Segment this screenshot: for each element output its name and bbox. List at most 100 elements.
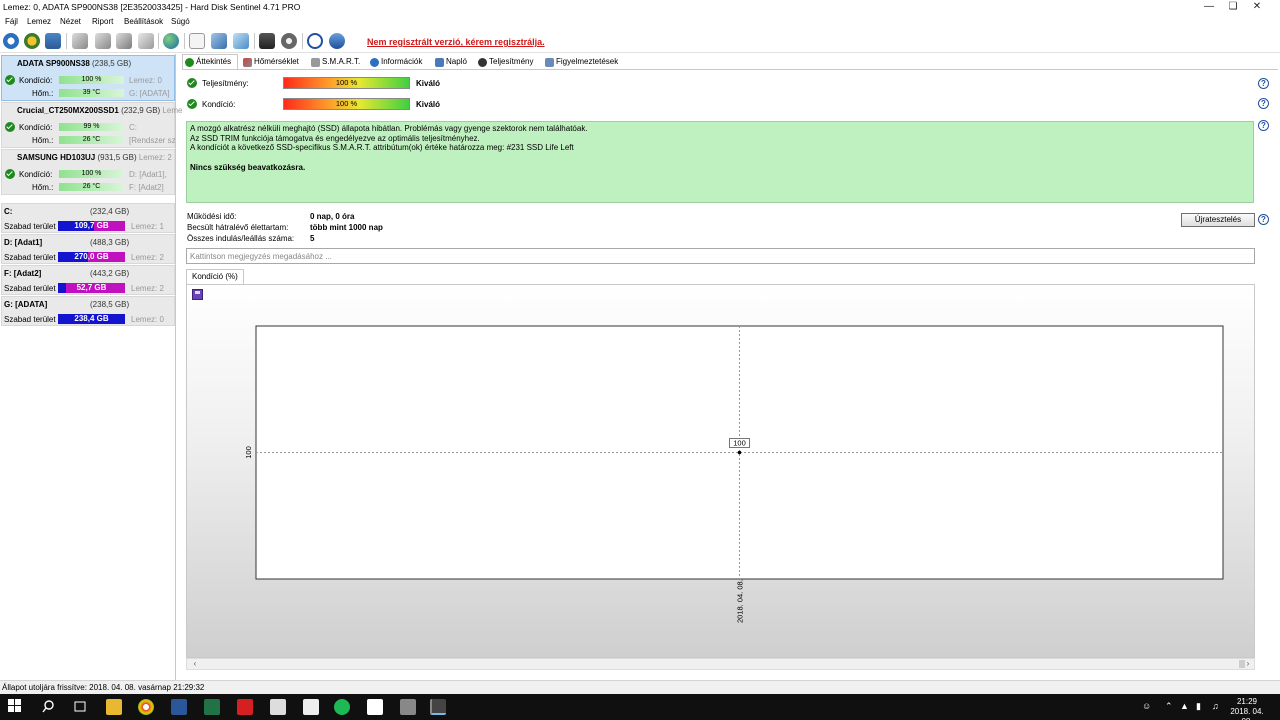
hdsentinel-taskbar-button[interactable] <box>400 699 416 715</box>
word-button[interactable] <box>171 699 187 715</box>
ok-check-icon <box>5 122 15 132</box>
test-button-4[interactable] <box>137 32 155 50</box>
start-button[interactable] <box>8 699 24 715</box>
calculator-button[interactable] <box>270 699 286 715</box>
chrome-button[interactable] <box>138 699 154 715</box>
help-icon[interactable]: ? <box>1258 120 1269 131</box>
settings-button[interactable] <box>280 32 298 50</box>
partition-disk: Lemez: 0 <box>131 315 164 324</box>
test-button-1[interactable] <box>71 32 89 50</box>
toolbar-separator <box>66 33 67 49</box>
gear-icon <box>281 33 297 49</box>
refresh-button[interactable] <box>2 32 20 50</box>
test-button-3[interactable] <box>115 32 133 50</box>
partition-size: (443,2 GB) <box>90 269 130 278</box>
report-button[interactable] <box>44 32 62 50</box>
tab-condition-chart[interactable]: Kondíció (%) <box>186 269 244 284</box>
performance-label: Teljesítmény: <box>202 79 249 88</box>
tab-information[interactable]: Információk <box>368 55 422 68</box>
network-icon[interactable]: ▲ <box>1180 701 1189 711</box>
partition-item[interactable]: D: [Adat1] (488,3 GB) Szabad terület 270… <box>1 234 175 264</box>
test-button-2[interactable] <box>94 32 112 50</box>
tab-log[interactable]: Napló <box>433 55 467 68</box>
startups-label: Összes indulás/leállás száma: <box>187 234 295 243</box>
horizontal-scrollbar[interactable]: ‹ › <box>186 658 1255 670</box>
tab-label: Napló <box>446 57 467 66</box>
note-input[interactable]: Kattintson megjegyzés megadásához ... <box>186 248 1255 264</box>
help-button[interactable] <box>306 32 324 50</box>
help-icon[interactable]: ? <box>1258 214 1269 225</box>
satellite-icon <box>72 33 88 49</box>
help-icon[interactable]: ? <box>1258 98 1269 109</box>
tab-overview[interactable]: Áttekintés <box>182 54 238 69</box>
chart-svg: 100 2018. 04. 08. 100 <box>244 325 1224 623</box>
menu-settings[interactable]: Beállítások <box>124 17 163 26</box>
free-space-bar: 52,7 GB <box>58 283 125 293</box>
ok-check-icon <box>5 169 15 179</box>
alert-document-icon <box>545 58 554 67</box>
acrobat-button[interactable] <box>237 699 253 715</box>
battery-icon[interactable]: ▮ <box>1196 701 1201 712</box>
tab-smart[interactable]: S.M.A.R.T. <box>309 55 360 68</box>
disk-size: (931,5 GB) <box>97 153 137 162</box>
message-line: A mozgó alkatrész nélküli meghajtó (SSD)… <box>190 124 588 133</box>
people-icon[interactable]: ☺ <box>1142 701 1151 711</box>
menu-file[interactable]: Fájl <box>5 17 18 26</box>
condition-bar: 100 % <box>283 98 410 110</box>
backup-button[interactable] <box>210 32 228 50</box>
search-button[interactable] <box>41 699 57 715</box>
about-button[interactable] <box>328 32 346 50</box>
task-view-icon <box>74 701 86 712</box>
menu-help[interactable]: Súgó <box>171 17 190 26</box>
volume-icon[interactable]: ♫ <box>1212 701 1219 711</box>
backup-icon <box>211 33 227 49</box>
disk-item[interactable]: ADATA SP900NS38 (238,5 GB) Kondíció: 100… <box>1 55 175 101</box>
partition-item[interactable]: C: (232,4 GB) Szabad terület 109,7 GB Le… <box>1 203 175 233</box>
document-button[interactable] <box>188 32 206 50</box>
disk-info-button[interactable] <box>23 32 41 50</box>
mail-button[interactable] <box>303 699 319 715</box>
refresh-icon <box>3 33 19 49</box>
taskbar-clock[interactable]: 21:29 2018. 04. 08. <box>1228 697 1266 720</box>
tray-expand-icon[interactable]: ⌃ <box>1165 701 1173 712</box>
task-view-button[interactable] <box>72 699 88 715</box>
temperature-label: Hőm.: <box>32 136 54 145</box>
disk-item[interactable]: Crucial_CT250MX200SSD1 (232,9 GB) Lemez … <box>1 102 186 148</box>
web-button[interactable] <box>162 32 180 50</box>
partition-item[interactable]: F: [Adat2] (443,2 GB) Szabad terület 52,… <box>1 265 175 295</box>
temperature-bar: 39 °C <box>59 89 124 97</box>
disk-list-panel: ADATA SP900NS38 (238,5 GB) Kondíció: 100… <box>0 54 186 680</box>
cloud-button[interactable] <box>232 32 250 50</box>
spotify-button[interactable] <box>334 699 350 715</box>
disk-info-icon <box>24 33 40 49</box>
title-bar: Lemez: 0, ADATA SP900NS38 [2E3520033425]… <box>0 0 1280 15</box>
startups-value: 5 <box>310 234 315 243</box>
menu-report[interactable]: Riport <box>92 17 113 26</box>
disk-item[interactable]: SAMSUNG HD103UJ (931,5 GB) Lemez: 2 Kond… <box>1 149 175 195</box>
close-button[interactable]: ✕ <box>1234 0 1280 15</box>
monitor-button[interactable] <box>258 32 276 50</box>
scroll-right-arrow[interactable]: › <box>1242 659 1254 669</box>
retest-button[interactable]: Újratesztelés <box>1181 213 1255 227</box>
disk-name-line: ADATA SP900NS38 (238,5 GB) <box>17 59 131 68</box>
active-window-button[interactable] <box>430 699 446 715</box>
partition-size: (238,5 GB) <box>90 300 130 309</box>
registration-link[interactable]: Nem regisztrált verzió, kérem regisztrál… <box>367 37 545 47</box>
file-explorer-button[interactable] <box>106 699 122 715</box>
scroll-left-arrow[interactable]: ‹ <box>189 659 201 669</box>
clock-date: 2018. 04. 08. <box>1230 707 1264 720</box>
log-icon <box>435 58 444 67</box>
partition-item[interactable]: G: [ADATA] (238,5 GB) Szabad terület 238… <box>1 296 175 326</box>
menu-view[interactable]: Nézet <box>60 17 81 26</box>
excel-button[interactable] <box>204 699 220 715</box>
free-space-bar: 270,0 GB <box>58 252 125 262</box>
help-icon[interactable]: ? <box>1258 78 1269 89</box>
lifetime-label: Becsült hátralévő élettartam: <box>187 223 289 232</box>
tab-alerts[interactable]: Figyelmeztetések <box>543 55 618 68</box>
app-button[interactable] <box>367 699 383 715</box>
tab-temperature[interactable]: Hőmérséklet <box>241 55 299 68</box>
disk-size: (232,9 GB) <box>121 106 161 115</box>
disk-name: ADATA SP900NS38 <box>17 59 90 68</box>
tab-performance[interactable]: Teljesítmény <box>476 55 533 68</box>
menu-disk[interactable]: Lemez <box>27 17 51 26</box>
